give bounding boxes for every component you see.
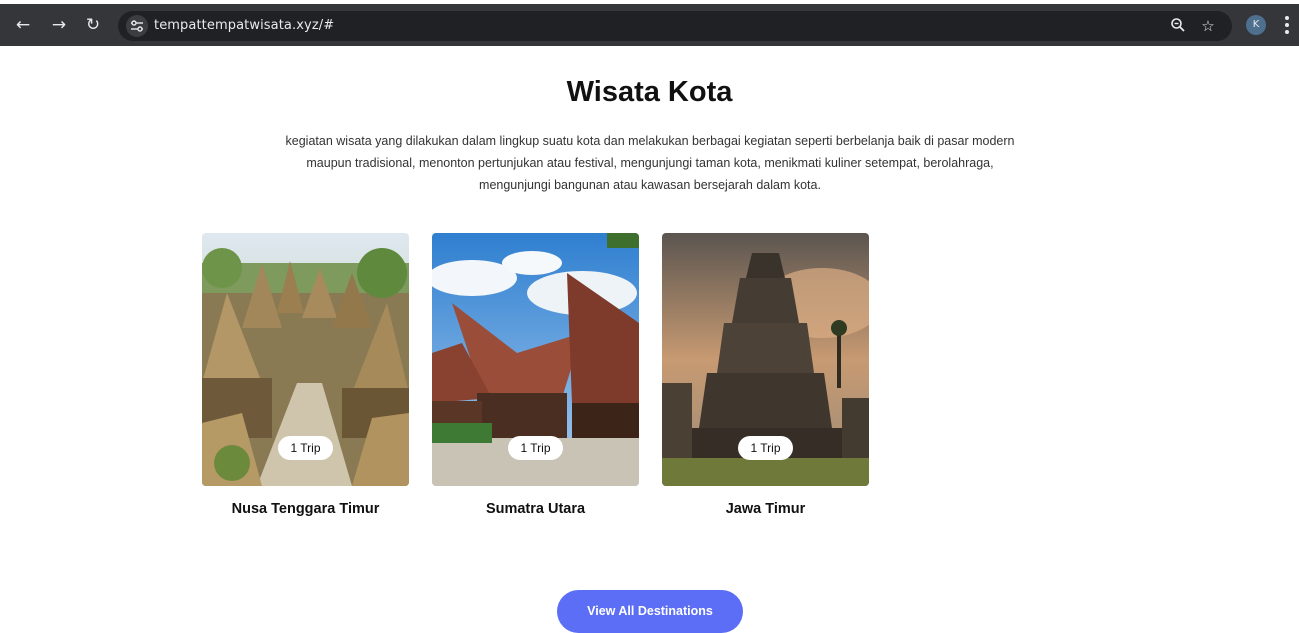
more-menu-icon[interactable] bbox=[1283, 16, 1291, 36]
url-text[interactable]: tempattempatwisata.xyz/# bbox=[154, 18, 334, 33]
reload-icon[interactable]: ↻ bbox=[82, 14, 104, 36]
section-description: kegiatan wisata yang dilakukan dalam lin… bbox=[285, 134, 1015, 192]
destination-name[interactable]: Jawa Timur bbox=[662, 501, 869, 517]
bookmark-star-icon[interactable]: ☆ bbox=[1198, 17, 1218, 37]
browser-toolbar: ← → ↻ tempattempatwisata.xyz/# ☆ K bbox=[0, 4, 1299, 46]
destination-name[interactable]: Nusa Tenggara Timur bbox=[202, 501, 409, 517]
trip-count-badge: 1 Trip bbox=[738, 436, 793, 460]
view-all-destinations-button[interactable]: View All Destinations bbox=[557, 590, 743, 633]
address-bar[interactable]: tempattempatwisata.xyz/# ☆ bbox=[118, 11, 1232, 41]
back-arrow-icon[interactable]: ← bbox=[12, 14, 34, 36]
destination-image[interactable]: 1 Trip bbox=[432, 233, 639, 486]
destination-image[interactable]: 1 Trip bbox=[202, 233, 409, 486]
destination-image[interactable]: 1 Trip bbox=[662, 233, 869, 486]
site-settings-icon[interactable] bbox=[126, 15, 148, 37]
profile-avatar[interactable]: K bbox=[1246, 15, 1266, 35]
destination-card[interactable]: 1 Trip Jawa Timur bbox=[662, 233, 869, 517]
zoom-icon[interactable] bbox=[1168, 17, 1188, 37]
trip-count-badge: 1 Trip bbox=[508, 436, 563, 460]
destination-card[interactable]: 1 Trip Nusa Tenggara Timur bbox=[202, 233, 409, 517]
destination-name[interactable]: Sumatra Utara bbox=[432, 501, 639, 517]
destination-card[interactable]: 1 Trip Sumatra Utara bbox=[432, 233, 639, 517]
forward-arrow-icon[interactable]: → bbox=[48, 14, 70, 36]
trip-count-badge: 1 Trip bbox=[278, 436, 333, 460]
section-title: Wisata Kota bbox=[566, 76, 733, 108]
